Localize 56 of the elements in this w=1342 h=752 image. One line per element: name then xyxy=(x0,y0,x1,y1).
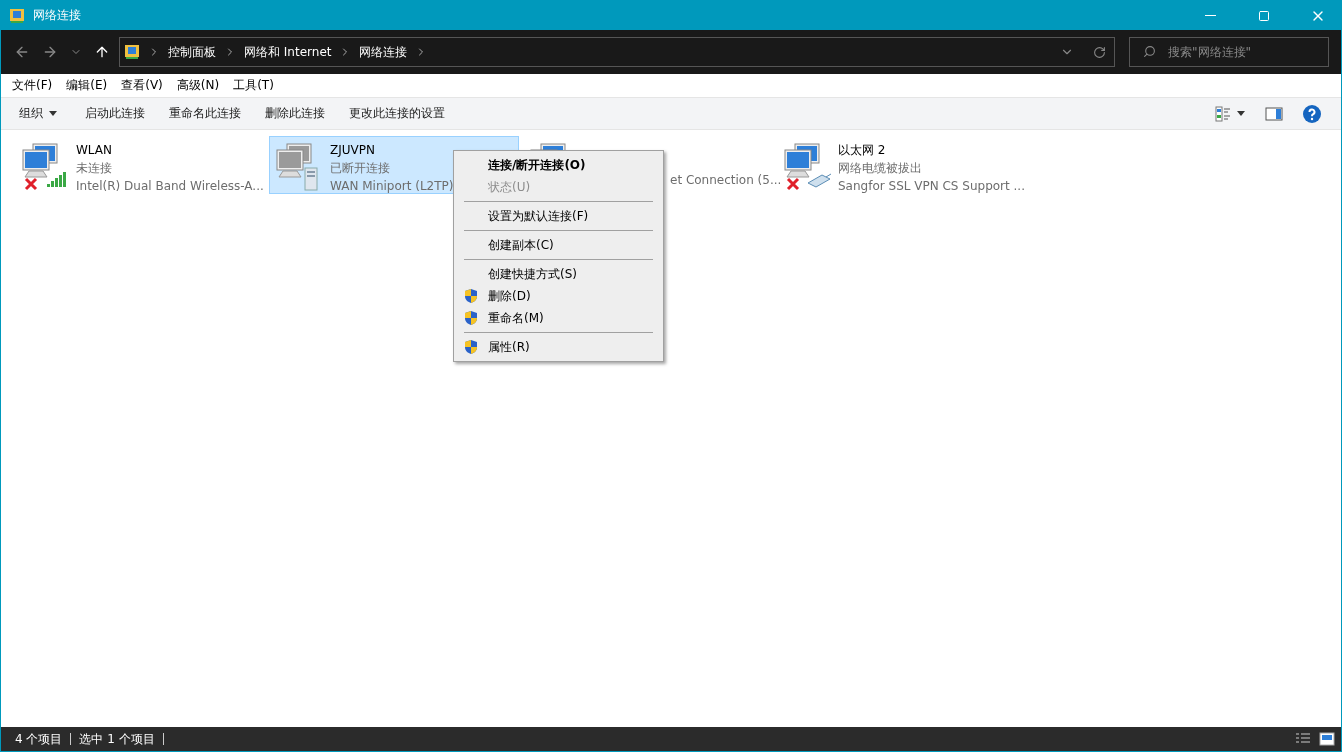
breadcrumb[interactable]: 网络和 Internet xyxy=(244,43,332,61)
shield-icon xyxy=(464,288,478,304)
computers-icon xyxy=(22,143,58,178)
connection-status: 未连接 xyxy=(76,160,112,177)
view-icon xyxy=(1215,105,1231,122)
network-folder-icon xyxy=(124,44,140,60)
menu-item[interactable]: 文件(F) xyxy=(5,77,60,94)
address-bar[interactable]: 控制面板 网络和 Internet 网络连接 xyxy=(119,37,1115,67)
caret-icon xyxy=(1237,111,1245,116)
tiles-view-icon[interactable] xyxy=(1319,732,1335,746)
connection-status: 已断开连接 xyxy=(330,160,390,177)
search-field[interactable]: 搜索"网络连接" xyxy=(1129,37,1329,67)
connection-device: Sangfor SSL VPN CS Support ... xyxy=(838,178,1025,195)
minimize-icon xyxy=(1204,15,1216,16)
menu-item[interactable]: 编辑(E) xyxy=(59,77,115,94)
connection-device: WAN Miniport (L2TP) xyxy=(330,178,454,195)
toolbar-button[interactable]: 重命名此连接 xyxy=(159,105,251,122)
server-icon xyxy=(304,167,318,191)
shield-icon xyxy=(464,339,478,355)
error-cross-icon xyxy=(786,177,800,191)
context-menu-item[interactable]: 删除(D) xyxy=(454,285,663,307)
context-menu-item[interactable]: 重命名(M) xyxy=(454,307,663,329)
item-count: 4 个项目 xyxy=(15,730,63,748)
menu-item[interactable]: 高级(N) xyxy=(169,77,227,94)
connection-name: ZJUVPN xyxy=(330,142,375,159)
toolbar-button[interactable]: 启动此连接 xyxy=(75,105,155,122)
computers-icon xyxy=(276,143,312,178)
connection-name: 以太网 2 xyxy=(838,142,886,159)
context-menu-item[interactable]: 设置为默认连接(F) xyxy=(454,205,663,227)
error-cross-icon xyxy=(24,177,38,191)
connection-device: Intel(R) Dual Band Wireless-A... xyxy=(76,178,264,195)
shield-icon xyxy=(464,310,478,326)
toolbar-button[interactable]: 组织 xyxy=(9,105,67,122)
toolbar-button[interactable]: 删除此连接 xyxy=(255,105,335,122)
toolbar-button[interactable]: 更改此连接的设置 xyxy=(339,105,455,122)
connection-item[interactable]: WLAN 未连接 Intel(R) Dual Band Wireless-A... xyxy=(15,136,265,194)
computers-icon xyxy=(784,143,820,178)
connection-status: 网络电缆被拔出 xyxy=(838,160,922,177)
cable-plug-icon xyxy=(806,173,832,189)
menu-item[interactable]: 查看(V) xyxy=(114,77,170,94)
breadcrumb[interactable]: 网络连接 xyxy=(359,43,408,61)
context-menu-item[interactable]: 创建副本(C) xyxy=(454,234,663,256)
search-icon xyxy=(1143,45,1156,58)
details-view-icon[interactable] xyxy=(1295,732,1311,746)
network-folder-icon xyxy=(9,7,25,24)
refresh-icon xyxy=(1093,45,1106,59)
maximize-icon xyxy=(1258,9,1270,22)
menu-item[interactable]: 工具(T) xyxy=(226,77,281,94)
context-menu-item[interactable]: 属性(R) xyxy=(454,336,663,358)
breadcrumb[interactable]: 控制面板 xyxy=(168,43,216,61)
window-title: 网络连接 xyxy=(33,7,82,24)
caret-icon xyxy=(49,111,57,116)
context-menu-item[interactable]: 创建快捷方式(S) xyxy=(454,263,663,285)
selection-count: 选中 1 个项目 xyxy=(79,730,155,748)
connection-name: WLAN xyxy=(76,142,112,159)
signal-bars-icon xyxy=(46,171,68,189)
